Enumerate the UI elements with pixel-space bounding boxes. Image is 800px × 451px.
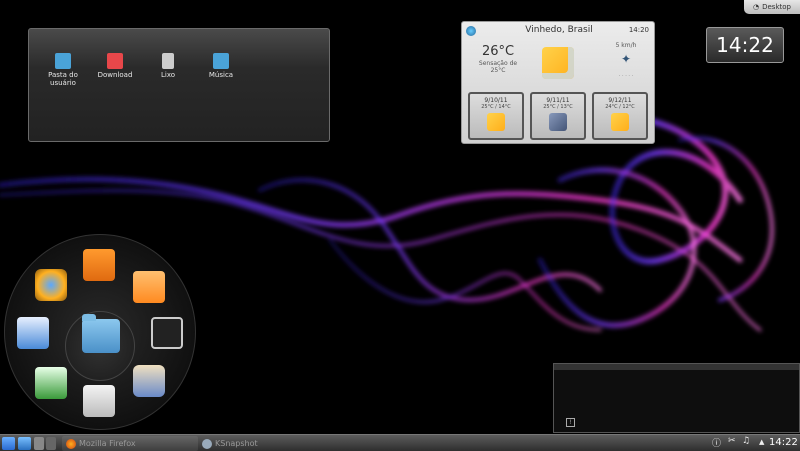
writer-document-icon[interactable] — [17, 317, 49, 349]
task-label: Mozilla Firefox — [79, 439, 136, 448]
trash-icon[interactable] — [83, 385, 115, 417]
weather-time: 14:20 — [628, 26, 649, 34]
weather-update-date: · · · · · — [618, 73, 634, 79]
weather-city: Vinhedo, Brasil — [525, 25, 593, 35]
klipper-scissors-icon[interactable]: ✂ — [728, 436, 736, 446]
weather-feels-like: Sensação de 25°C — [470, 60, 526, 74]
desktop-button-label: Desktop — [762, 3, 791, 11]
forecast-day: 9/12/11 24°C / 12°C — [592, 92, 648, 140]
empty-plasma-widget: ! — [553, 363, 800, 433]
home-folder-icon[interactable] — [82, 314, 120, 353]
forecast-range: 25°C / 13°C — [543, 104, 573, 110]
feels-like-label: Sensação de — [478, 60, 518, 67]
pager-desktop-2-icon[interactable] — [46, 437, 56, 450]
forecast-date: 9/10/11 — [484, 97, 508, 104]
sunny-cloud-icon — [487, 113, 505, 131]
desktop-item-trash[interactable]: Lixo — [146, 53, 190, 79]
music-folder-icon — [213, 53, 229, 69]
widget-handle-icon[interactable]: ! — [566, 418, 575, 427]
firefox-icon — [66, 438, 76, 449]
desktop-item-label: Lixo — [160, 71, 176, 79]
task-firefox[interactable]: Mozilla Firefox — [62, 436, 198, 451]
widget-header-bar — [554, 364, 799, 370]
forecast-day: 9/11/11 25°C / 13°C — [530, 92, 586, 140]
task-label: KSnapshot — [215, 439, 258, 448]
mail-client-icon[interactable] — [133, 365, 165, 397]
task-ksnapshot[interactable]: KSnapshot — [198, 436, 276, 451]
digital-clock-widget: 14:22 — [706, 27, 784, 63]
desktop-item-music[interactable]: Música — [199, 53, 243, 79]
panel-clock[interactable]: 14:22 — [769, 437, 798, 448]
sunny-cloud-icon — [611, 113, 629, 131]
taskbar-panel: Mozilla Firefox KSnapshot ⓘ ✂ ♫ ▲ 14:22 — [0, 434, 800, 451]
ksnapshot-icon — [202, 438, 212, 449]
trash-icon — [162, 53, 174, 69]
desktop-item-label: Música — [208, 71, 234, 79]
desktop-item-download[interactable]: Download — [93, 53, 137, 79]
feels-like-value: 25°C — [490, 67, 506, 74]
forecast-date: 9/11/11 — [546, 97, 570, 104]
desktop-item-label: Pasta do usuário — [48, 71, 78, 87]
show-desktop-icon[interactable] — [18, 437, 31, 450]
volume-icon[interactable]: ♫ — [742, 436, 750, 446]
desktop-toolbox-button[interactable]: ◔ Desktop — [744, 0, 800, 14]
download-folder-icon — [107, 53, 123, 69]
weather-wind: 5 km/h — [615, 42, 637, 49]
notifications-icon[interactable]: ⓘ — [712, 436, 721, 449]
folder-view-widget: Pasta do usuário Download Lixo Música — [28, 28, 330, 142]
rss-feed-icon[interactable] — [83, 249, 115, 281]
kickoff-menu-icon[interactable] — [2, 437, 15, 450]
home-folder-icon — [55, 53, 71, 69]
desktop-item-home[interactable]: Pasta do usuário — [41, 53, 85, 87]
photo-app-icon[interactable] — [133, 271, 165, 303]
spreadsheet-icon[interactable] — [35, 367, 67, 399]
cashew-icon: ◔ — [753, 3, 760, 11]
weather-widget: Vinhedo, Brasil 14:20 26°C Sensação de 2… — [461, 21, 655, 144]
storm-icon — [549, 113, 567, 131]
pager-desktop-1-icon[interactable] — [34, 437, 44, 450]
tray-expand-arrow-icon[interactable]: ▲ — [759, 438, 764, 446]
weather-temperature: 26°C — [481, 44, 515, 59]
wind-compass-icon: ✦ — [620, 52, 632, 66]
forecast-date: 9/12/11 — [608, 97, 632, 104]
forecast-day: 9/10/11 25°C / 14°C — [468, 92, 524, 140]
app-launcher-ring — [4, 234, 196, 430]
sunny-cloud-icon — [542, 47, 574, 79]
forecast-range: 25°C / 14°C — [481, 104, 511, 110]
forecast-range: 24°C / 12°C — [605, 104, 635, 110]
image-viewer-icon[interactable] — [35, 269, 67, 301]
terminal-icon[interactable] — [151, 317, 183, 349]
desktop-item-label: Download — [97, 71, 133, 79]
